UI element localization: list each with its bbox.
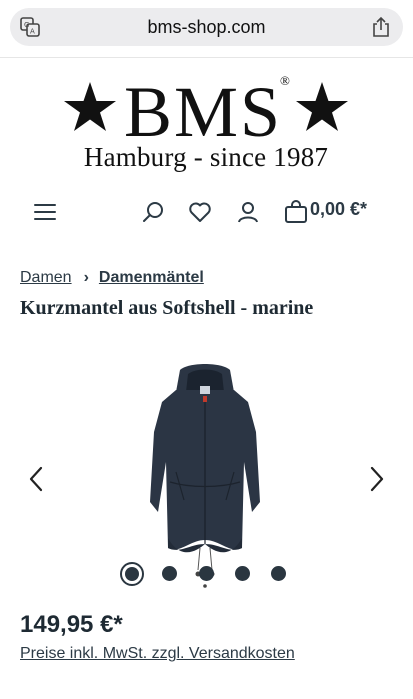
price-note-link[interactable]: Preise inkl. MwSt. zzgl. Versandkosten <box>20 645 295 663</box>
gallery-pagination <box>120 562 295 586</box>
breadcrumb-item-damenmaentel[interactable]: Damenmäntel <box>99 269 204 286</box>
logo-text: BMS <box>124 72 283 152</box>
product-title: Kurzmantel aus Softshell - marine <box>20 297 314 319</box>
cart-icon[interactable] <box>284 200 308 224</box>
menu-icon[interactable] <box>33 200 57 224</box>
product-image[interactable] <box>140 362 270 594</box>
product-price: 149,95 €* <box>20 611 123 638</box>
star-left-icon <box>64 82 116 131</box>
search-icon[interactable] <box>142 200 166 224</box>
header-nav: 0,00 €* <box>0 196 413 228</box>
user-icon[interactable] <box>236 200 260 224</box>
chevron-left-icon[interactable] <box>28 466 44 492</box>
cart-total[interactable]: 0,00 €* <box>310 199 367 220</box>
logo-subtitle: Hamburg - since 1987 <box>83 142 329 172</box>
breadcrumb-separator: › <box>83 269 89 286</box>
url-text[interactable]: bms-shop.com <box>10 17 403 38</box>
browser-toolbar: G A bms-shop.com <box>0 0 413 58</box>
heart-icon[interactable] <box>188 200 212 224</box>
bms-logo[interactable]: BMS ® Hamburg - since 1987 <box>60 72 352 180</box>
gallery-dot-2[interactable] <box>162 566 177 581</box>
gallery-dot-5[interactable] <box>271 566 286 581</box>
gallery-dot-3[interactable] <box>199 566 214 581</box>
breadcrumb-item-damen[interactable]: Damen <box>20 269 72 286</box>
gallery-dot-1[interactable] <box>120 562 144 586</box>
chevron-right-icon[interactable] <box>369 466 385 492</box>
gallery-dot-4[interactable] <box>235 566 250 581</box>
star-right-icon <box>296 82 348 131</box>
breadcrumb: Damen › Damenmäntel <box>20 269 204 287</box>
share-icon[interactable] <box>371 16 391 38</box>
address-bar[interactable]: G A bms-shop.com <box>10 8 403 46</box>
registered-mark: ® <box>280 73 290 88</box>
